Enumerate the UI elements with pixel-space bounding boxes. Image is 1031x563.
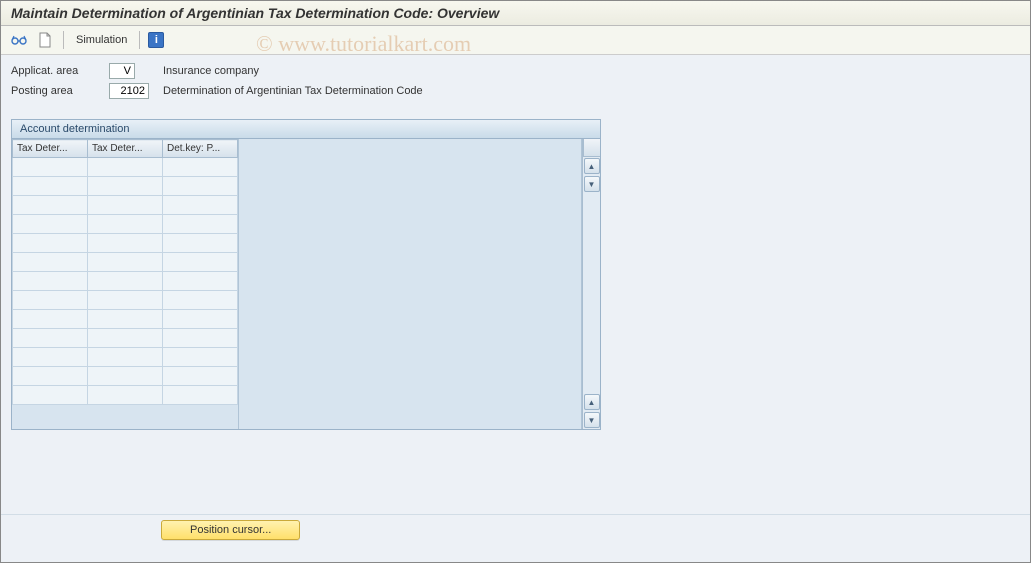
table-row[interactable]: [13, 234, 238, 253]
new-page-icon[interactable]: [35, 30, 55, 50]
scroll-up2-icon[interactable]: ▲: [584, 394, 600, 410]
table-cell[interactable]: [88, 158, 163, 177]
table-cell[interactable]: [13, 272, 88, 291]
table-cell[interactable]: [88, 329, 163, 348]
toolbar-divider: [139, 31, 140, 49]
table-cell[interactable]: [88, 196, 163, 215]
table-cell[interactable]: [163, 177, 238, 196]
glasses-icon[interactable]: [9, 30, 29, 50]
toolbar-divider: [63, 31, 64, 49]
applicat-area-desc: Insurance company: [163, 65, 259, 77]
account-determination-panel: Account determination Tax Deter... Tax D…: [11, 119, 601, 430]
simulation-button[interactable]: Simulation: [72, 34, 131, 46]
account-determination-grid[interactable]: Tax Deter... Tax Deter... Det.key: P...: [12, 139, 238, 429]
table-cell[interactable]: [163, 386, 238, 405]
table-row[interactable]: [13, 272, 238, 291]
selection-form: Applicat. area Insurance company Posting…: [1, 55, 1030, 107]
table-cell[interactable]: [13, 386, 88, 405]
table-cell[interactable]: [163, 196, 238, 215]
table-cell[interactable]: [13, 367, 88, 386]
table-cell[interactable]: [88, 234, 163, 253]
scroll-track[interactable]: [583, 193, 600, 393]
posting-area-label: Posting area: [11, 85, 101, 97]
table-cell[interactable]: [13, 196, 88, 215]
app-toolbar: Simulation i: [1, 26, 1030, 55]
panel-header: Account determination: [12, 120, 600, 139]
posting-area-input[interactable]: [109, 83, 149, 99]
table-cell[interactable]: [13, 215, 88, 234]
scroll-up-icon[interactable]: ▲: [584, 158, 600, 174]
table-cell[interactable]: [13, 348, 88, 367]
table-cell[interactable]: [163, 272, 238, 291]
table-row[interactable]: [13, 196, 238, 215]
table-row[interactable]: [13, 177, 238, 196]
table-cell[interactable]: [13, 253, 88, 272]
table-cell[interactable]: [88, 272, 163, 291]
table-cell[interactable]: [88, 291, 163, 310]
info-icon[interactable]: i: [148, 32, 164, 48]
table-cell[interactable]: [13, 234, 88, 253]
table-row[interactable]: [13, 215, 238, 234]
posting-area-desc: Determination of Argentinian Tax Determi…: [163, 85, 423, 97]
position-cursor-button[interactable]: Position cursor...: [161, 520, 300, 540]
table-row[interactable]: [13, 253, 238, 272]
col-header-0[interactable]: Tax Deter...: [13, 140, 88, 158]
table-cell[interactable]: [88, 177, 163, 196]
scroll-corner: [583, 139, 600, 157]
table-row[interactable]: [13, 348, 238, 367]
table-cell[interactable]: [88, 310, 163, 329]
page-title: Maintain Determination of Argentinian Ta…: [1, 1, 1030, 26]
table-row[interactable]: [13, 367, 238, 386]
vertical-scrollbar[interactable]: ▲ ▼ ▲ ▼: [582, 139, 600, 429]
table-cell[interactable]: [13, 177, 88, 196]
bottom-bar: Position cursor...: [1, 514, 1030, 544]
col-header-1[interactable]: Tax Deter...: [88, 140, 163, 158]
table-cell[interactable]: [163, 310, 238, 329]
grid-empty-area: [238, 139, 582, 429]
table-cell[interactable]: [163, 329, 238, 348]
col-header-2[interactable]: Det.key: P...: [163, 140, 238, 158]
table-row[interactable]: [13, 386, 238, 405]
scroll-down2-icon[interactable]: ▼: [584, 412, 600, 428]
applicat-area-input[interactable]: [109, 63, 135, 79]
table-cell[interactable]: [13, 310, 88, 329]
applicat-area-label: Applicat. area: [11, 65, 101, 77]
table-cell[interactable]: [163, 234, 238, 253]
table-cell[interactable]: [88, 348, 163, 367]
table-row[interactable]: [13, 310, 238, 329]
table-cell[interactable]: [88, 253, 163, 272]
table-cell[interactable]: [13, 329, 88, 348]
table-cell[interactable]: [163, 348, 238, 367]
table-row[interactable]: [13, 329, 238, 348]
table-cell[interactable]: [88, 386, 163, 405]
table-cell[interactable]: [163, 158, 238, 177]
table-cell[interactable]: [88, 367, 163, 386]
scroll-down-icon[interactable]: ▼: [584, 176, 600, 192]
table-cell[interactable]: [88, 215, 163, 234]
table-cell[interactable]: [163, 291, 238, 310]
table-cell[interactable]: [13, 158, 88, 177]
table-cell[interactable]: [163, 253, 238, 272]
table-row[interactable]: [13, 291, 238, 310]
table-cell[interactable]: [163, 367, 238, 386]
table-cell[interactable]: [13, 291, 88, 310]
table-cell[interactable]: [163, 215, 238, 234]
table-row[interactable]: [13, 158, 238, 177]
